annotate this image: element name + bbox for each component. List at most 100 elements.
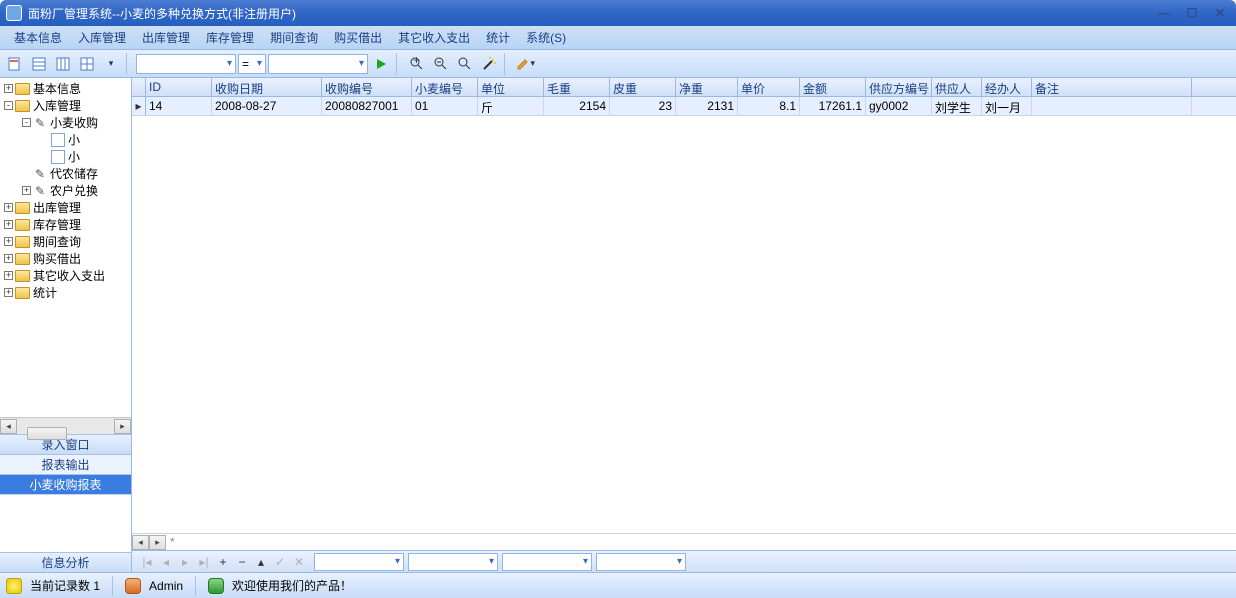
footer-select-2[interactable]: ▾ — [408, 553, 498, 571]
zoom-search-icon[interactable] — [454, 53, 476, 75]
footer-select-4[interactable]: ▾ — [596, 553, 686, 571]
tree-node[interactable]: 小 — [0, 131, 131, 148]
col-header[interactable]: 毛重 — [544, 78, 610, 96]
cell[interactable]: 8.1 — [738, 97, 800, 115]
cell[interactable]: 刘学生 — [932, 97, 982, 115]
run-button[interactable] — [370, 53, 392, 75]
tree-expand-icon[interactable]: - — [4, 101, 13, 110]
tool-dropdown-icon[interactable]: ▾ — [100, 53, 122, 75]
menu-system[interactable]: 系统(S) — [518, 27, 574, 48]
tree-node[interactable]: -✎小麦收购 — [0, 114, 131, 131]
nav-first-icon[interactable]: |◂ — [138, 553, 156, 571]
col-header[interactable]: 收购编号 — [322, 78, 412, 96]
menu-basic[interactable]: 基本信息 — [6, 27, 70, 48]
col-header[interactable]: 供应方编号 — [866, 78, 932, 96]
col-header[interactable]: 净重 — [676, 78, 738, 96]
sidetab-report[interactable]: 报表输出 — [0, 454, 131, 474]
menu-stats[interactable]: 统计 — [478, 27, 518, 48]
tree-node[interactable]: ✎代农储存 — [0, 165, 131, 182]
col-header[interactable]: 收购日期 — [212, 78, 322, 96]
tool-grid1-icon[interactable] — [28, 53, 50, 75]
tree-node[interactable]: -入库管理 — [0, 97, 131, 114]
tree-hscroll[interactable]: ◂ ▸ — [0, 417, 131, 434]
scroll-left-icon[interactable]: ◂ — [132, 535, 149, 550]
cell[interactable]: 14 — [146, 97, 212, 115]
tree-expand-icon[interactable]: + — [4, 84, 13, 93]
nav-add-icon[interactable]: + — [214, 553, 232, 571]
minimize-button[interactable]: — — [1154, 5, 1174, 21]
col-header[interactable]: 皮重 — [610, 78, 676, 96]
cell[interactable]: 2131 — [676, 97, 738, 115]
tree-node[interactable]: +库存管理 — [0, 216, 131, 233]
scroll-right-icon[interactable]: ▸ — [114, 419, 131, 434]
menu-other[interactable]: 其它收入支出 — [390, 27, 478, 48]
filter-op-select[interactable]: =▾ — [238, 54, 266, 74]
tree-node[interactable]: +购买借出 — [0, 250, 131, 267]
menu-outbound[interactable]: 出库管理 — [134, 27, 198, 48]
cell[interactable] — [1032, 97, 1192, 115]
table-row[interactable]: ▸142008-08-272008082700101斤21542321318.1… — [132, 97, 1236, 116]
tree-expand-icon[interactable]: + — [4, 220, 13, 229]
nav-del-icon[interactable]: − — [233, 553, 251, 571]
nav-last-icon[interactable]: ▸| — [195, 553, 213, 571]
maximize-button[interactable]: ☐ — [1182, 5, 1202, 21]
tree-expand-icon[interactable]: + — [4, 271, 13, 280]
cell[interactable]: 01 — [412, 97, 478, 115]
menu-buylend[interactable]: 购买借出 — [326, 27, 390, 48]
cell[interactable]: 斤 — [478, 97, 544, 115]
tool-grid2-icon[interactable] — [52, 53, 74, 75]
tree-node[interactable]: +统计 — [0, 284, 131, 301]
nav-cancel-icon[interactable]: ✕ — [290, 553, 308, 571]
cell[interactable]: gy0002 — [866, 97, 932, 115]
cell[interactable]: 2154 — [544, 97, 610, 115]
edit-icon[interactable]: ▾ — [514, 53, 536, 75]
cell[interactable]: 23 — [610, 97, 676, 115]
col-header[interactable]: 金额 — [800, 78, 866, 96]
scroll-thumb[interactable] — [27, 427, 67, 440]
menu-stock[interactable]: 库存管理 — [198, 27, 262, 48]
col-header[interactable]: 单位 — [478, 78, 544, 96]
footer-select-1[interactable]: ▾ — [314, 553, 404, 571]
sidetab-wheatreport[interactable]: 小麦收购报表 — [0, 474, 131, 494]
tool-grid3-icon[interactable] — [76, 53, 98, 75]
col-header[interactable]: 单价 — [738, 78, 800, 96]
grid-hscroll[interactable]: ◂ ▸ * — [132, 533, 1236, 550]
col-header[interactable]: 备注 — [1032, 78, 1192, 96]
nav-next-icon[interactable]: ▸ — [176, 553, 194, 571]
zoom-out-icon[interactable] — [430, 53, 452, 75]
sidetab-analysis[interactable]: 信息分析 — [0, 552, 131, 572]
tree-node[interactable]: +基本信息 — [0, 80, 131, 97]
col-header[interactable]: 经办人 — [982, 78, 1032, 96]
nav-commit-icon[interactable]: ✓ — [271, 553, 289, 571]
tree-node[interactable]: +✎农户兑换 — [0, 182, 131, 199]
nav-prev-icon[interactable]: ◂ — [157, 553, 175, 571]
tree-expand-icon[interactable]: + — [4, 237, 13, 246]
tool-new-icon[interactable] — [4, 53, 26, 75]
cell[interactable]: 刘一月 — [982, 97, 1032, 115]
tree-expand-icon[interactable]: + — [4, 254, 13, 263]
filter-value-select[interactable]: ▾ — [268, 54, 368, 74]
tree-expand-icon[interactable]: + — [22, 186, 31, 195]
data-grid[interactable]: ID收购日期收购编号小麦编号单位毛重皮重净重单价金额供应方编号供应人经办人备注 … — [132, 78, 1236, 533]
col-header[interactable]: ID — [146, 78, 212, 96]
cell[interactable]: 17261.1 — [800, 97, 866, 115]
tree-node[interactable]: +期间查询 — [0, 233, 131, 250]
nav-edit-icon[interactable]: ▴ — [252, 553, 270, 571]
footer-select-3[interactable]: ▾ — [502, 553, 592, 571]
tree-expand-icon[interactable]: + — [4, 288, 13, 297]
zoom-in-icon[interactable]: + — [406, 53, 428, 75]
scroll-left-icon[interactable]: ◂ — [0, 419, 17, 434]
cell[interactable]: 2008-08-27 — [212, 97, 322, 115]
tree-expand-icon[interactable]: - — [22, 118, 31, 127]
tree-node[interactable]: 小 — [0, 148, 131, 165]
close-button[interactable]: ✕ — [1210, 5, 1230, 21]
cell[interactable]: 20080827001 — [322, 97, 412, 115]
menu-period[interactable]: 期间查询 — [262, 27, 326, 48]
wand-icon[interactable] — [478, 53, 500, 75]
tree-expand-icon[interactable]: + — [4, 203, 13, 212]
menu-inbound[interactable]: 入库管理 — [70, 27, 134, 48]
nav-tree[interactable]: +基本信息-入库管理-✎小麦收购小小✎代农储存+✎农户兑换+出库管理+库存管理+… — [0, 78, 131, 417]
tree-node[interactable]: +出库管理 — [0, 199, 131, 216]
scroll-right-icon[interactable]: ▸ — [149, 535, 166, 550]
col-header[interactable]: 小麦编号 — [412, 78, 478, 96]
